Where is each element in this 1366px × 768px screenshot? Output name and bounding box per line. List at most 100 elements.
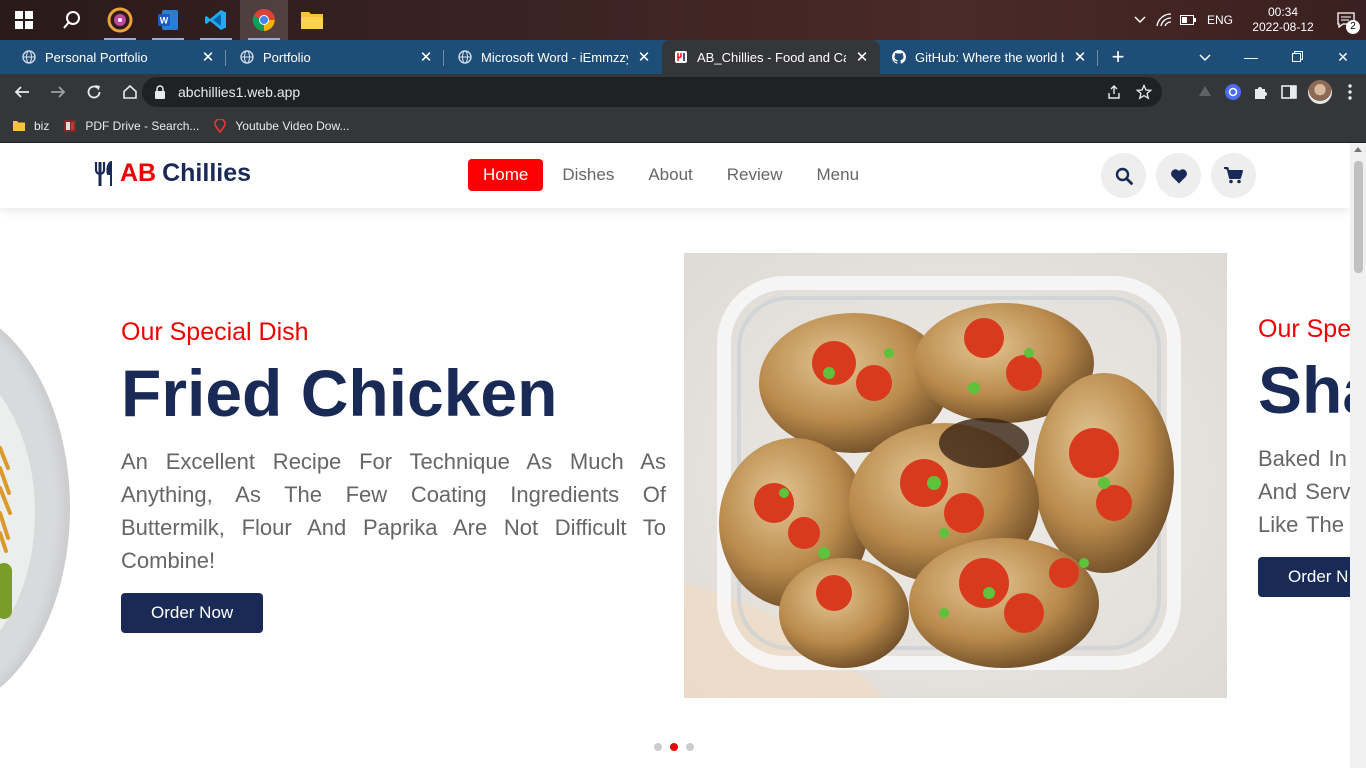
window-controls: — ✕	[1182, 40, 1366, 74]
slide-description: Baked In And Serv Like The I	[1258, 442, 1350, 541]
address-bar[interactable]: abchillies1.web.app	[142, 77, 1162, 107]
chrome-icon[interactable]	[240, 0, 288, 40]
ab-chillies-favicon	[675, 51, 687, 63]
more-vert-icon[interactable]	[1342, 83, 1358, 101]
cart-icon	[1224, 167, 1243, 184]
globe-icon	[22, 50, 36, 64]
slide-title: Sha	[1258, 353, 1350, 427]
fries-image	[0, 446, 12, 553]
main-nav: Home Dishes About Review Menu	[468, 159, 878, 191]
slide-description-line: And Serv	[1258, 479, 1350, 504]
slide-subtitle: Our Special Dish	[121, 318, 309, 346]
greens-image	[0, 563, 12, 619]
new-tab-button[interactable]: +	[1098, 40, 1138, 74]
browser-toolbar: abchillies1.web.app	[0, 74, 1366, 110]
page-scrollbar[interactable]	[1350, 143, 1366, 768]
slide-subtitle: Our Spe	[1258, 315, 1350, 343]
omnibox-actions	[1106, 77, 1152, 107]
close-icon[interactable]: ✕	[636, 48, 652, 66]
back-button[interactable]	[6, 76, 38, 108]
bookmark-label: PDF Drive - Search...	[85, 119, 200, 133]
fried-chicken-image	[684, 253, 1227, 698]
svg-text:W: W	[160, 16, 169, 26]
close-icon[interactable]: ✕	[854, 48, 870, 66]
tab-title: GitHub: Where the world buil	[915, 49, 1064, 65]
scrollbar-thumb[interactable]	[1354, 161, 1363, 273]
slide-description-line: Baked In	[1258, 446, 1347, 471]
pagination-dot[interactable]	[654, 743, 662, 751]
home-icon	[123, 84, 137, 99]
clock[interactable]: 00:34 2022-08-12	[1240, 5, 1326, 35]
hero-slide-next: Our Spe Sha Baked In And Serv Like The I…	[1258, 315, 1350, 597]
cart-button[interactable]	[1211, 153, 1256, 198]
language-indicator[interactable]: ENG	[1200, 13, 1240, 27]
nav-menu[interactable]: Menu	[802, 159, 875, 191]
forward-button[interactable]	[42, 76, 74, 108]
clock-time: 00:34	[1267, 5, 1299, 19]
pagination-dot[interactable]	[686, 743, 694, 751]
nav-about[interactable]: About	[633, 159, 707, 191]
site-header: AB Chillies Home Dishes About Review Men…	[0, 143, 1350, 208]
extensions-area	[1196, 74, 1358, 110]
tab-microsoft-word[interactable]: Microsoft Word - iEmmzzyHo ✕	[444, 40, 662, 74]
clock-date: 2022-08-12	[1252, 20, 1314, 34]
media-app-icon[interactable]	[96, 0, 144, 40]
side-panel-icon[interactable]	[1280, 83, 1298, 101]
network-icon[interactable]	[1152, 0, 1176, 40]
notification-center-button[interactable]: 2	[1326, 0, 1366, 40]
close-icon[interactable]: ✕	[200, 48, 216, 66]
bookmark-label: biz	[34, 119, 50, 133]
logo-suffix: Chillies	[162, 159, 252, 187]
search-icon[interactable]	[48, 0, 96, 40]
bookmark-pdf-drive[interactable]: PDF Drive - Search...	[63, 119, 199, 133]
restore-button[interactable]	[1274, 49, 1320, 65]
url-text: abchillies1.web.app	[178, 84, 301, 100]
pdf-drive-icon	[64, 120, 77, 132]
file-explorer-icon[interactable]	[288, 0, 336, 40]
search-button[interactable]	[1101, 153, 1146, 198]
tab-portfolio[interactable]: Portfolio ✕	[226, 40, 444, 74]
star-icon[interactable]	[1136, 84, 1152, 100]
extension-grey-icon[interactable]	[1196, 83, 1214, 101]
utensils-icon	[94, 160, 112, 186]
tab-search-icon[interactable]	[1182, 49, 1228, 65]
tab-github[interactable]: GitHub: Where the world buil ✕	[880, 40, 1098, 74]
github-icon	[892, 50, 906, 64]
nav-home[interactable]: Home	[468, 159, 544, 191]
tab-personal-portfolio[interactable]: Personal Portfolio ✕	[0, 40, 226, 74]
pagination-dot-active[interactable]	[670, 743, 678, 751]
bookmark-biz[interactable]: biz	[12, 119, 49, 133]
web-page: AB Chillies Home Dishes About Review Men…	[0, 143, 1350, 768]
nav-dishes[interactable]: Dishes	[547, 159, 629, 191]
vscode-icon[interactable]	[192, 0, 240, 40]
reload-button[interactable]	[78, 76, 110, 108]
extension-blue-icon[interactable]	[1224, 83, 1242, 101]
nav-review[interactable]: Review	[712, 159, 798, 191]
bookmark-youtube-downloader[interactable]: Youtube Video Dow...	[213, 119, 349, 133]
order-now-button[interactable]: Order N	[1258, 557, 1350, 597]
tab-title: AB_Chillies - Food and Caterin	[697, 49, 846, 65]
tab-title: Portfolio	[263, 49, 311, 65]
windows-taskbar: W ENG 00:34 2022-08-12 2	[0, 0, 1366, 40]
folder-icon	[13, 121, 25, 131]
battery-icon[interactable]	[1176, 0, 1200, 40]
location-pin-icon	[214, 119, 227, 133]
minimize-button[interactable]: —	[1228, 49, 1274, 65]
scroll-up-arrow[interactable]	[1354, 147, 1362, 152]
word-icon[interactable]: W	[144, 0, 192, 40]
tab-ab-chillies[interactable]: AB_Chillies - Food and Caterin ✕	[662, 40, 880, 74]
order-now-button[interactable]: Order Now	[121, 593, 264, 633]
favorites-button[interactable]	[1156, 153, 1201, 198]
close-icon[interactable]: ✕	[418, 48, 434, 66]
header-actions	[1101, 153, 1256, 198]
lock-icon	[155, 85, 165, 99]
site-logo[interactable]: AB Chillies	[94, 159, 251, 188]
puzzle-icon[interactable]	[1252, 83, 1270, 101]
share-icon[interactable]	[1106, 84, 1122, 100]
close-icon[interactable]: ✕	[1072, 48, 1088, 66]
close-window-button[interactable]: ✕	[1320, 49, 1366, 66]
heart-icon	[1170, 168, 1187, 183]
start-icon[interactable]	[0, 0, 48, 40]
avatar[interactable]	[1308, 80, 1332, 104]
chevron-up-icon[interactable]	[1128, 0, 1152, 40]
